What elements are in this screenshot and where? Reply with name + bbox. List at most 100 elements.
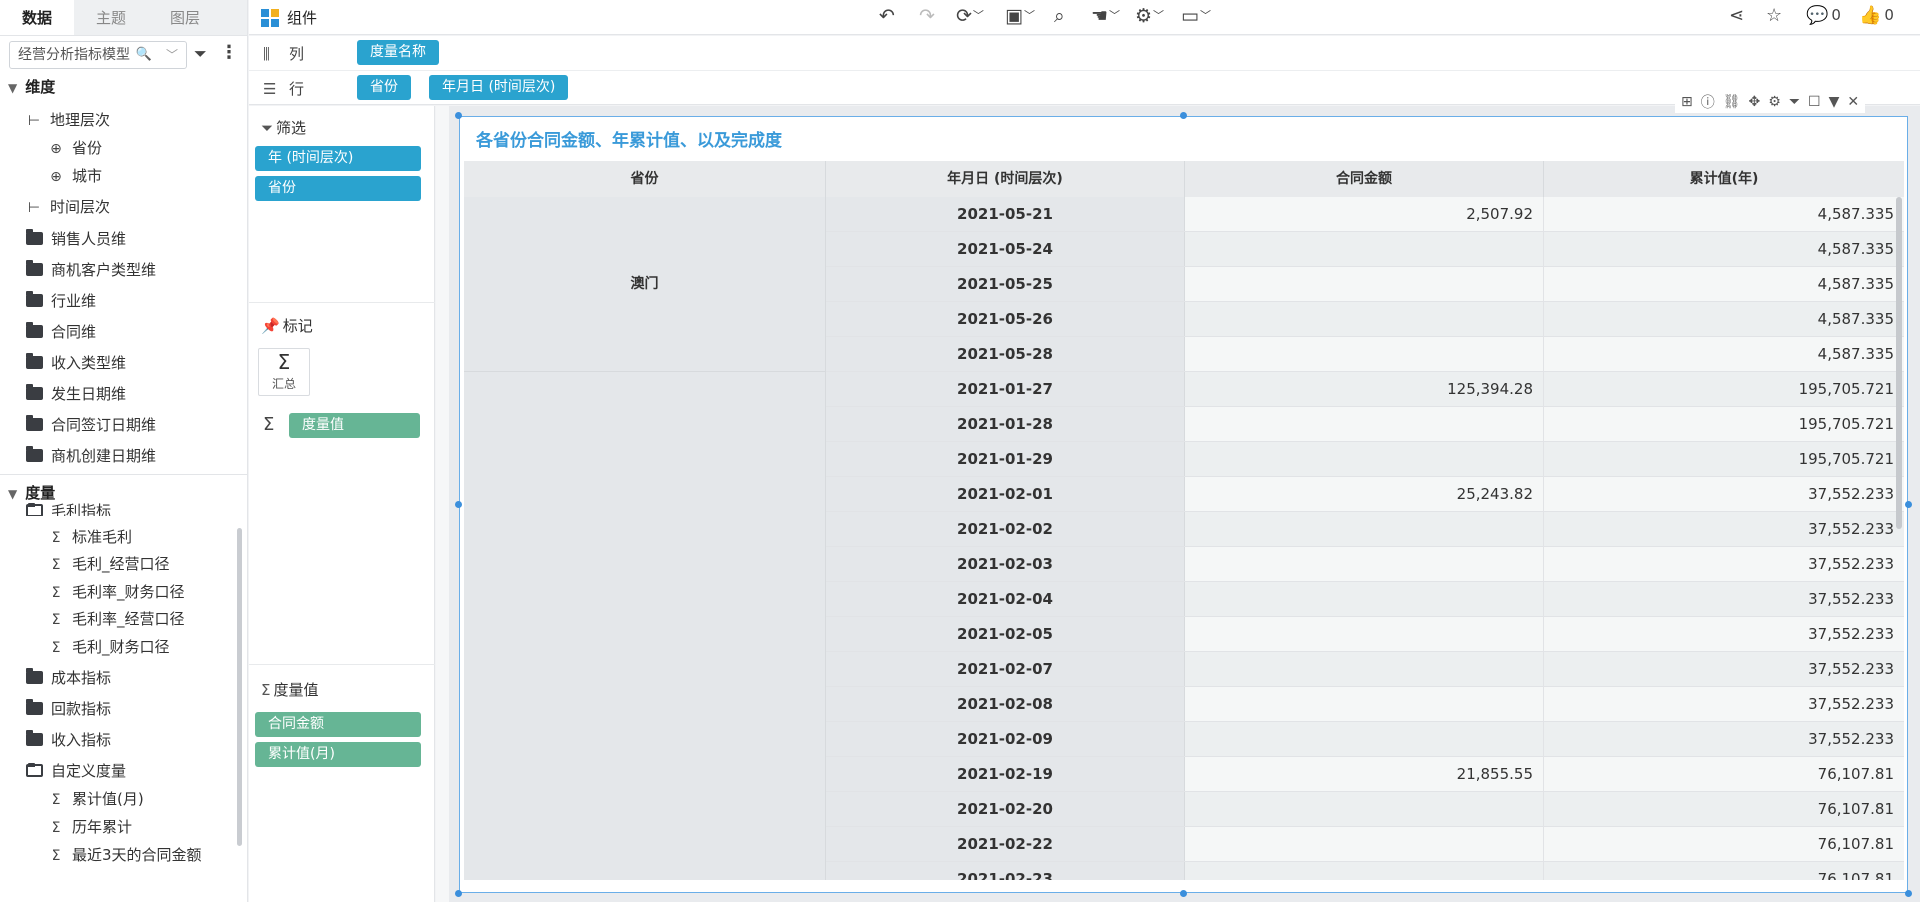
resize-handle[interactable] — [1180, 890, 1187, 897]
table-row[interactable]: 2021-02-01 25,243.82 37,552.233 — [826, 477, 1904, 512]
cumulative-cell[interactable]: 37,552.233 — [1544, 512, 1904, 546]
measure-value-pill[interactable]: 合同金额 — [255, 712, 421, 737]
chart-type-icon[interactable]: ⊞ — [1681, 94, 1693, 110]
resize-handle[interactable] — [1180, 112, 1187, 119]
cumulative-cell[interactable]: 37,552.233 — [1544, 617, 1904, 651]
save-icon[interactable]: ▣﹀ — [1005, 5, 1035, 27]
measure-field[interactable]: Σ 标准毛利 — [48, 526, 132, 547]
measure-value-pill[interactable]: 累计值(月) — [255, 742, 421, 767]
cumulative-cell[interactable]: 4,587.335 — [1544, 267, 1904, 301]
folder-item[interactable]: 发生日期维 — [26, 383, 126, 404]
resize-handle[interactable] — [455, 501, 462, 508]
date-cell[interactable]: 2021-01-29 — [826, 442, 1185, 476]
cumulative-cell[interactable]: 76,107.81 — [1544, 827, 1904, 861]
date-cell[interactable]: 2021-02-05 — [826, 617, 1185, 651]
table-row[interactable]: 2021-02-08 37,552.233 — [826, 687, 1904, 722]
amount-cell[interactable] — [1185, 617, 1544, 651]
cumulative-cell[interactable]: 76,107.81 — [1544, 862, 1904, 880]
cumulative-cell[interactable]: 37,552.233 — [1544, 652, 1904, 686]
table-row[interactable]: 2021-02-02 37,552.233 — [826, 512, 1904, 547]
chevron-down-icon[interactable]: ﹀ — [166, 42, 178, 68]
folder-item[interactable]: 商机创建日期维 — [26, 445, 156, 466]
amount-cell[interactable] — [1185, 687, 1544, 721]
table-row[interactable]: 2021-02-19 21,855.55 76,107.81 — [826, 757, 1904, 792]
filter-pill-province[interactable]: 省份 — [255, 176, 421, 201]
cumulative-cell[interactable]: 37,552.233 — [1544, 687, 1904, 721]
date-cell[interactable]: 2021-02-01 — [826, 477, 1185, 511]
rows-pill[interactable]: 省份 — [357, 75, 411, 100]
folder-item[interactable]: 销售人员维 — [26, 228, 126, 249]
folder-item[interactable]: 收入类型维 — [26, 352, 126, 373]
header-date[interactable]: 年月日 (时间层次) — [826, 161, 1185, 197]
cumulative-cell[interactable]: 37,552.233 — [1544, 547, 1904, 581]
display-icon[interactable]: ▭﹀ — [1181, 5, 1211, 27]
filter-fields-icon[interactable]: ⏷ — [194, 44, 207, 64]
table-row[interactable]: 2021-02-03 37,552.233 — [826, 547, 1904, 582]
date-cell[interactable]: 2021-02-04 — [826, 582, 1185, 616]
maximize-icon[interactable]: ☐ — [1808, 94, 1821, 110]
date-cell[interactable]: 2021-05-28 — [826, 337, 1185, 371]
date-cell[interactable]: 2021-05-24 — [826, 232, 1185, 266]
date-cell[interactable]: 2021-01-28 — [826, 407, 1185, 441]
amount-cell[interactable] — [1185, 582, 1544, 616]
date-cell[interactable]: 2021-02-23 — [826, 862, 1185, 880]
header-cumulative[interactable]: 累计值(年) — [1544, 161, 1904, 197]
preview-icon[interactable]: ⌕ — [1054, 5, 1065, 27]
rows-pill[interactable]: 年月日 (时间层次) — [429, 75, 569, 100]
date-cell[interactable]: 2021-05-26 — [826, 302, 1185, 336]
cumulative-cell[interactable]: 4,587.335 — [1544, 302, 1904, 336]
folder-item[interactable]: 商机客户类型维 — [26, 259, 156, 280]
folder-item[interactable]: 成本指标 — [26, 667, 111, 688]
redo-icon[interactable]: ↷ — [919, 5, 935, 27]
undo-icon[interactable]: ↶ — [879, 5, 895, 27]
date-cell[interactable]: 2021-02-09 — [826, 722, 1185, 756]
search-icon[interactable]: 🔍 — [136, 42, 152, 68]
field-city[interactable]: ⊕ 城市 — [48, 165, 102, 186]
measure-field[interactable]: Σ 毛利_财务口径 — [48, 636, 170, 657]
summary-mark-button[interactable]: Σ 汇总 — [258, 348, 310, 396]
comment-button[interactable]: 💬 0 — [1806, 5, 1841, 26]
amount-cell[interactable] — [1185, 547, 1544, 581]
date-cell[interactable]: 2021-02-22 — [826, 827, 1185, 861]
amount-cell[interactable] — [1185, 232, 1544, 266]
table-row[interactable]: 2021-02-23 76,107.81 — [826, 862, 1904, 880]
amount-cell[interactable]: 125,394.28 — [1185, 372, 1544, 406]
measure-field[interactable]: Σ 毛利_经营口径 — [48, 553, 170, 574]
table-row[interactable]: 2021-02-22 76,107.81 — [826, 827, 1904, 862]
cumulative-cell[interactable]: 195,705.721 — [1544, 442, 1904, 476]
cumulative-cell[interactable]: 37,552.233 — [1544, 477, 1904, 511]
amount-cell[interactable]: 25,243.82 — [1185, 477, 1544, 511]
table-row[interactable]: 2021-01-29 195,705.721 — [826, 442, 1904, 477]
table-row[interactable]: 2021-02-07 37,552.233 — [826, 652, 1904, 687]
measure-field[interactable]: Σ 毛利率_财务口径 — [48, 581, 185, 602]
measure-field[interactable]: Σ 毛利率_经营口径 — [48, 608, 185, 629]
cumulative-cell[interactable]: 195,705.721 — [1544, 407, 1904, 441]
table-row[interactable]: 2021-05-25 4,587.335 — [826, 267, 1904, 302]
table-row[interactable]: 2021-01-28 195,705.721 — [826, 407, 1904, 442]
share-icon[interactable]: ⋖ — [1729, 5, 1744, 26]
table-scrollbar[interactable] — [1896, 197, 1902, 529]
amount-cell[interactable] — [1185, 442, 1544, 476]
hand-icon[interactable]: ☚﹀ — [1091, 5, 1120, 27]
columns-pill[interactable]: 度量名称 — [357, 40, 439, 65]
amount-cell[interactable] — [1185, 827, 1544, 861]
province-cell[interactable] — [464, 372, 826, 880]
amount-cell[interactable] — [1185, 792, 1544, 826]
date-cell[interactable]: 2021-05-25 — [826, 267, 1185, 301]
cumulative-cell[interactable]: 4,587.335 — [1544, 232, 1904, 266]
measures-section[interactable]: ▼ 度量 — [8, 482, 55, 503]
resize-handle[interactable] — [1905, 890, 1912, 897]
table-row[interactable]: 2021-02-09 37,552.233 — [826, 722, 1904, 757]
resize-handle[interactable] — [455, 112, 462, 119]
measure-field[interactable]: Σ 历年累计 — [48, 816, 132, 837]
settings-icon[interactable]: ⚙ — [1768, 94, 1781, 110]
date-cell[interactable]: 2021-02-03 — [826, 547, 1185, 581]
date-cell[interactable]: 2021-02-20 — [826, 792, 1185, 826]
amount-cell[interactable] — [1185, 512, 1544, 546]
date-cell[interactable]: 2021-02-19 — [826, 757, 1185, 791]
folder-item[interactable]: 合同维 — [26, 321, 96, 342]
amount-cell[interactable] — [1185, 302, 1544, 336]
marks-pill[interactable]: 度量值 — [289, 413, 420, 438]
cumulative-cell[interactable]: 76,107.81 — [1544, 792, 1904, 826]
dropdown-icon[interactable]: ▼ — [1829, 94, 1840, 110]
